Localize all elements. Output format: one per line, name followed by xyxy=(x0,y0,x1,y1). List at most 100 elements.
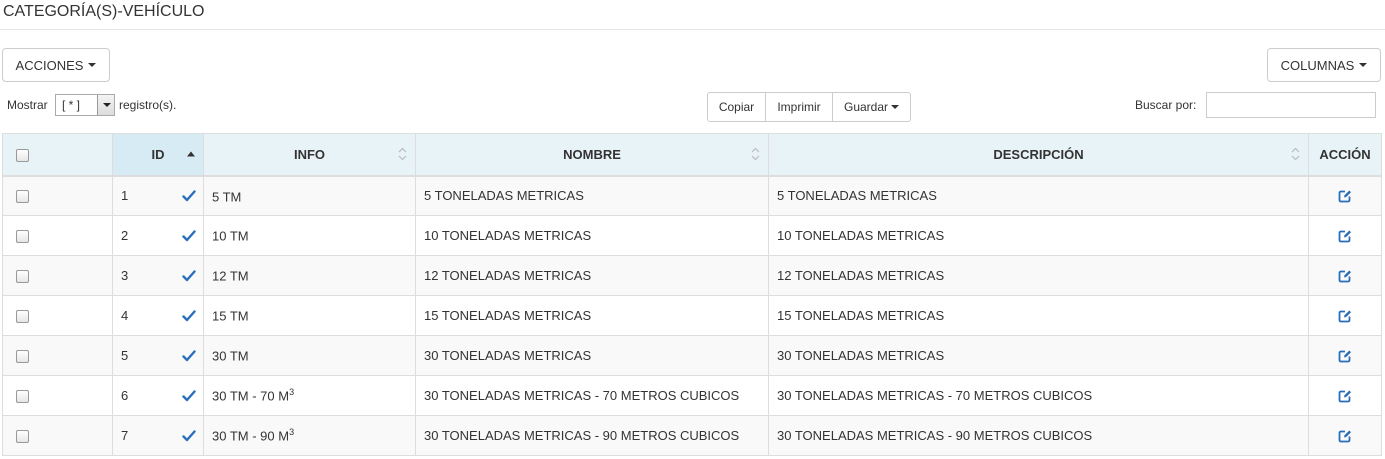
column-header-descripcion[interactable]: DESCRIPCIÓN xyxy=(768,133,1309,177)
accion-cell xyxy=(1308,335,1382,376)
check-icon xyxy=(182,349,196,361)
row-info: 30 TM - 70 M xyxy=(212,388,290,404)
page-title: CATEGORÍA(S)-VEHÍCULO xyxy=(3,3,205,20)
row-select-cell xyxy=(2,255,113,296)
table-row[interactable]: 1 5 TM 5 TONELADAS METRICAS 5 TONELADAS … xyxy=(2,175,1382,216)
copiar-button[interactable]: Copiar xyxy=(707,92,766,122)
select-all-checkbox[interactable] xyxy=(16,148,29,162)
guardar-dropdown-button[interactable]: Guardar xyxy=(832,92,911,122)
select-arrow-icon[interactable] xyxy=(97,95,114,115)
nombre-cell: 12 TONELADAS METRICAS xyxy=(415,255,769,296)
descripcion-cell: 12 TONELADAS METRICAS xyxy=(768,255,1309,296)
row-checkbox[interactable] xyxy=(16,190,29,204)
caret-down-icon xyxy=(891,105,900,109)
check-icon xyxy=(182,429,196,441)
column-header-nombre-label: NOMBRE xyxy=(563,146,621,162)
row-nombre: 10 TONELADAS METRICAS xyxy=(424,228,592,243)
edit-icon[interactable] xyxy=(1338,389,1352,403)
row-descripcion: 12 TONELADAS METRICAS xyxy=(777,268,945,283)
table-row[interactable]: 6 30 TM - 70 M3 30 TONELADAS METRICAS - … xyxy=(2,375,1382,416)
table-header-row: ID INFO NOMBRE DESCRIPCIÓN ACCIÓN xyxy=(2,133,1382,177)
row-select-cell xyxy=(2,415,113,456)
column-header-id[interactable]: ID xyxy=(112,133,204,177)
id-cell: 7 xyxy=(112,415,204,456)
acciones-dropdown-button[interactable]: ACCIONES xyxy=(2,48,110,82)
row-nombre: 30 TONELADAS METRICAS - 90 METROS CUBICO… xyxy=(424,428,740,443)
nombre-cell: 5 TONELADAS METRICAS xyxy=(415,175,769,216)
row-id: 7 xyxy=(121,428,129,443)
row-nombre: 5 TONELADAS METRICAS xyxy=(424,188,584,204)
search-input[interactable] xyxy=(1206,92,1376,118)
row-descripcion: 30 TONELADAS METRICAS - 90 METROS CUBICO… xyxy=(777,428,1093,443)
page-size-value: [ * ] xyxy=(62,98,81,112)
info-cell: 30 TM xyxy=(203,335,416,376)
accion-cell xyxy=(1308,255,1382,296)
row-checkbox[interactable] xyxy=(16,350,29,364)
check-icon xyxy=(182,269,196,281)
row-info-superscript: 3 xyxy=(289,387,295,398)
table-row[interactable]: 7 30 TM - 90 M3 30 TONELADAS METRICAS - … xyxy=(2,415,1382,456)
row-checkbox[interactable] xyxy=(16,430,29,444)
edit-icon[interactable] xyxy=(1338,309,1352,323)
check-icon xyxy=(182,389,196,401)
id-cell: 2 xyxy=(112,215,204,256)
table-row[interactable]: 4 15 TM 15 TONELADAS METRICAS 15 TONELAD… xyxy=(2,295,1382,336)
descripcion-cell: 5 TONELADAS METRICAS xyxy=(768,175,1309,216)
caret-down-icon xyxy=(1359,63,1368,67)
edit-icon[interactable] xyxy=(1338,349,1352,363)
row-info: 15 TM xyxy=(212,308,249,324)
nombre-cell: 30 TONELADAS METRICAS xyxy=(415,335,769,376)
nombre-cell: 15 TONELADAS METRICAS xyxy=(415,295,769,336)
row-select-cell xyxy=(2,175,113,216)
table-row[interactable]: 5 30 TM 30 TONELADAS METRICAS 30 TONELAD… xyxy=(2,335,1382,376)
column-header-descripcion-label: DESCRIPCIÓN xyxy=(993,146,1084,162)
table-row[interactable]: 2 10 TM 10 TONELADAS METRICAS 10 TONELAD… xyxy=(2,215,1382,256)
row-id: 4 xyxy=(121,308,129,323)
page-size-select[interactable]: [ * ] xyxy=(55,94,115,116)
row-checkbox[interactable] xyxy=(16,310,29,324)
sort-both-icon xyxy=(751,147,760,161)
row-descripcion: 10 TONELADAS METRICAS xyxy=(777,228,945,243)
edit-icon[interactable] xyxy=(1338,189,1352,203)
check-icon xyxy=(182,309,196,321)
check-icon xyxy=(182,229,196,241)
sort-both-icon xyxy=(398,147,407,161)
column-header-info[interactable]: INFO xyxy=(203,133,416,177)
edit-icon[interactable] xyxy=(1338,229,1352,243)
edit-icon[interactable] xyxy=(1338,429,1352,443)
sort-ascending-icon xyxy=(187,151,195,157)
column-header-nombre[interactable]: NOMBRE xyxy=(415,133,769,177)
row-select-cell xyxy=(2,375,113,416)
columnas-dropdown-button[interactable]: COLUMNAS xyxy=(1267,48,1381,82)
acciones-label: ACCIONES xyxy=(15,57,84,73)
vehicle-category-table: ID INFO NOMBRE DESCRIPCIÓN ACCIÓN 1 5 TM… xyxy=(2,133,1382,456)
table-row[interactable]: 3 12 TM 12 TONELADAS METRICAS 12 TONELAD… xyxy=(2,255,1382,296)
row-id: 2 xyxy=(121,228,129,243)
caret-down-icon xyxy=(88,63,97,67)
id-cell: 4 xyxy=(112,295,204,336)
accion-cell xyxy=(1308,175,1382,216)
imprimir-button[interactable]: Imprimir xyxy=(765,92,833,122)
row-checkbox[interactable] xyxy=(16,390,29,404)
title-divider xyxy=(0,29,1385,30)
nombre-cell: 30 TONELADAS METRICAS - 90 METROS CUBICO… xyxy=(415,415,769,456)
sort-both-icon xyxy=(1291,147,1300,161)
id-cell: 6 xyxy=(112,375,204,416)
id-cell: 5 xyxy=(112,335,204,376)
export-button-group: Copiar Imprimir Guardar xyxy=(707,92,911,122)
row-checkbox[interactable] xyxy=(16,230,29,244)
buscar-label: Buscar por: xyxy=(1135,98,1197,112)
info-cell: 15 TM xyxy=(203,295,416,336)
row-nombre: 15 TONELADAS METRICAS xyxy=(424,308,592,323)
columnas-label: COLUMNAS xyxy=(1280,57,1355,73)
row-nombre: 30 TONELADAS METRICAS xyxy=(424,348,592,363)
edit-icon[interactable] xyxy=(1338,269,1352,283)
row-id: 6 xyxy=(121,388,129,403)
registros-label: registro(s). xyxy=(119,98,177,112)
row-id: 3 xyxy=(121,268,129,283)
column-header-accion: ACCIÓN xyxy=(1308,133,1382,177)
accion-cell xyxy=(1308,375,1382,416)
row-checkbox[interactable] xyxy=(16,270,29,284)
descripcion-cell: 10 TONELADAS METRICAS xyxy=(768,215,1309,256)
row-descripcion: 30 TONELADAS METRICAS - 70 METROS CUBICO… xyxy=(777,388,1093,403)
